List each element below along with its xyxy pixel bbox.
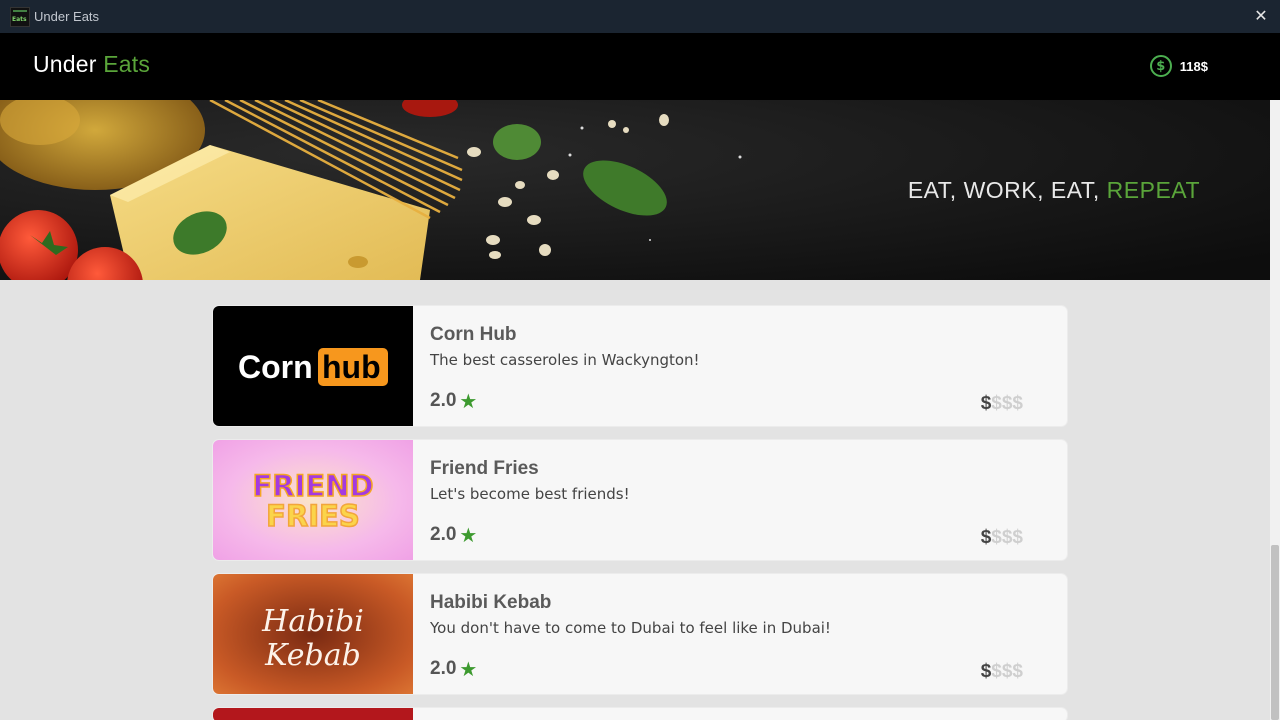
window-titlebar: Eats Under Eats ✕ (0, 0, 1280, 33)
logo-text-hub: hub (322, 349, 381, 385)
app-header: Under Eats $ 118$ (0, 33, 1280, 100)
restaurant-card[interactable] (213, 708, 1067, 720)
page-scrollbar[interactable] (1270, 100, 1280, 720)
rating-value: 2.0 (430, 658, 457, 679)
restaurant-rating: 2.0 ★ (430, 390, 477, 412)
rating-value: 2.0 (430, 524, 457, 545)
price-active: $ (980, 527, 992, 548)
scrollbar-thumb[interactable] (1271, 545, 1279, 720)
wallet-balance[interactable]: $ 118$ (1149, 55, 1208, 77)
rating-value: 2.0 (430, 390, 457, 411)
price-level: $$$$ (981, 393, 1023, 415)
dollar-coin-icon: $ (1149, 55, 1172, 77)
app-logo-icon: Eats (10, 6, 30, 27)
restaurant-logo-image: Corn hub (213, 306, 413, 426)
logo-text-kebab: Kebab (264, 638, 361, 673)
logo-text-fries: FRIES (266, 499, 360, 533)
star-icon: ★ (459, 389, 478, 413)
price-level: $$$$ (981, 661, 1023, 683)
restaurant-logo-image: FRIEND FRIES (213, 440, 413, 560)
star-icon: ★ (459, 657, 478, 681)
price-inactive: $$$ (991, 527, 1023, 548)
brand-name-part2: Eats (103, 51, 151, 77)
close-window-button[interactable]: ✕ (1252, 7, 1270, 25)
restaurant-name: Friend Fries (430, 458, 539, 479)
price-inactive: $$$ (991, 661, 1023, 682)
hero-slogan: EAT, WORK, EAT, REPEAT (908, 177, 1200, 204)
star-icon: ★ (459, 523, 478, 547)
restaurant-card[interactable]: Habibi Kebab Habibi Kebab You don't have… (213, 574, 1067, 694)
slogan-part1: EAT, WORK, EAT, (907, 177, 1100, 203)
restaurant-rating: 2.0 ★ (430, 658, 477, 680)
hero-banner: EAT, WORK, EAT, REPEAT (0, 100, 1270, 280)
brand-logo[interactable]: Under Eats (33, 51, 150, 78)
window-title: Under Eats (34, 9, 100, 24)
restaurant-logo-image: Habibi Kebab (213, 574, 413, 694)
restaurant-description: You don't have to come to Dubai to feel … (430, 619, 831, 637)
restaurant-name: Corn Hub (430, 324, 517, 345)
restaurant-description: The best casseroles in Wackyngton! (430, 351, 700, 369)
brand-name-part1: Under (33, 51, 97, 77)
wallet-amount: 118$ (1179, 58, 1208, 74)
restaurant-card[interactable]: Corn hub Corn Hub The best casseroles in… (213, 306, 1067, 426)
restaurant-rating: 2.0 ★ (430, 524, 477, 546)
restaurant-description: Let's become best friends! (430, 485, 630, 503)
restaurant-card[interactable]: FRIEND FRIES Friend Fries Let's become b… (213, 440, 1067, 560)
price-inactive: $$$ (991, 393, 1023, 414)
restaurant-logo-image (213, 708, 413, 720)
restaurant-list: Corn hub Corn Hub The best casseroles in… (213, 306, 1067, 720)
price-active: $ (980, 393, 992, 414)
price-active: $ (980, 661, 992, 682)
logo-text-corn: Corn (238, 349, 313, 385)
price-level: $$$$ (981, 527, 1023, 549)
slogan-part2: REPEAT (1106, 177, 1200, 203)
restaurant-name: Habibi Kebab (430, 592, 552, 613)
logo-text-habibi: Habibi (261, 604, 364, 639)
logo-text-friend: FRIEND (252, 469, 373, 503)
